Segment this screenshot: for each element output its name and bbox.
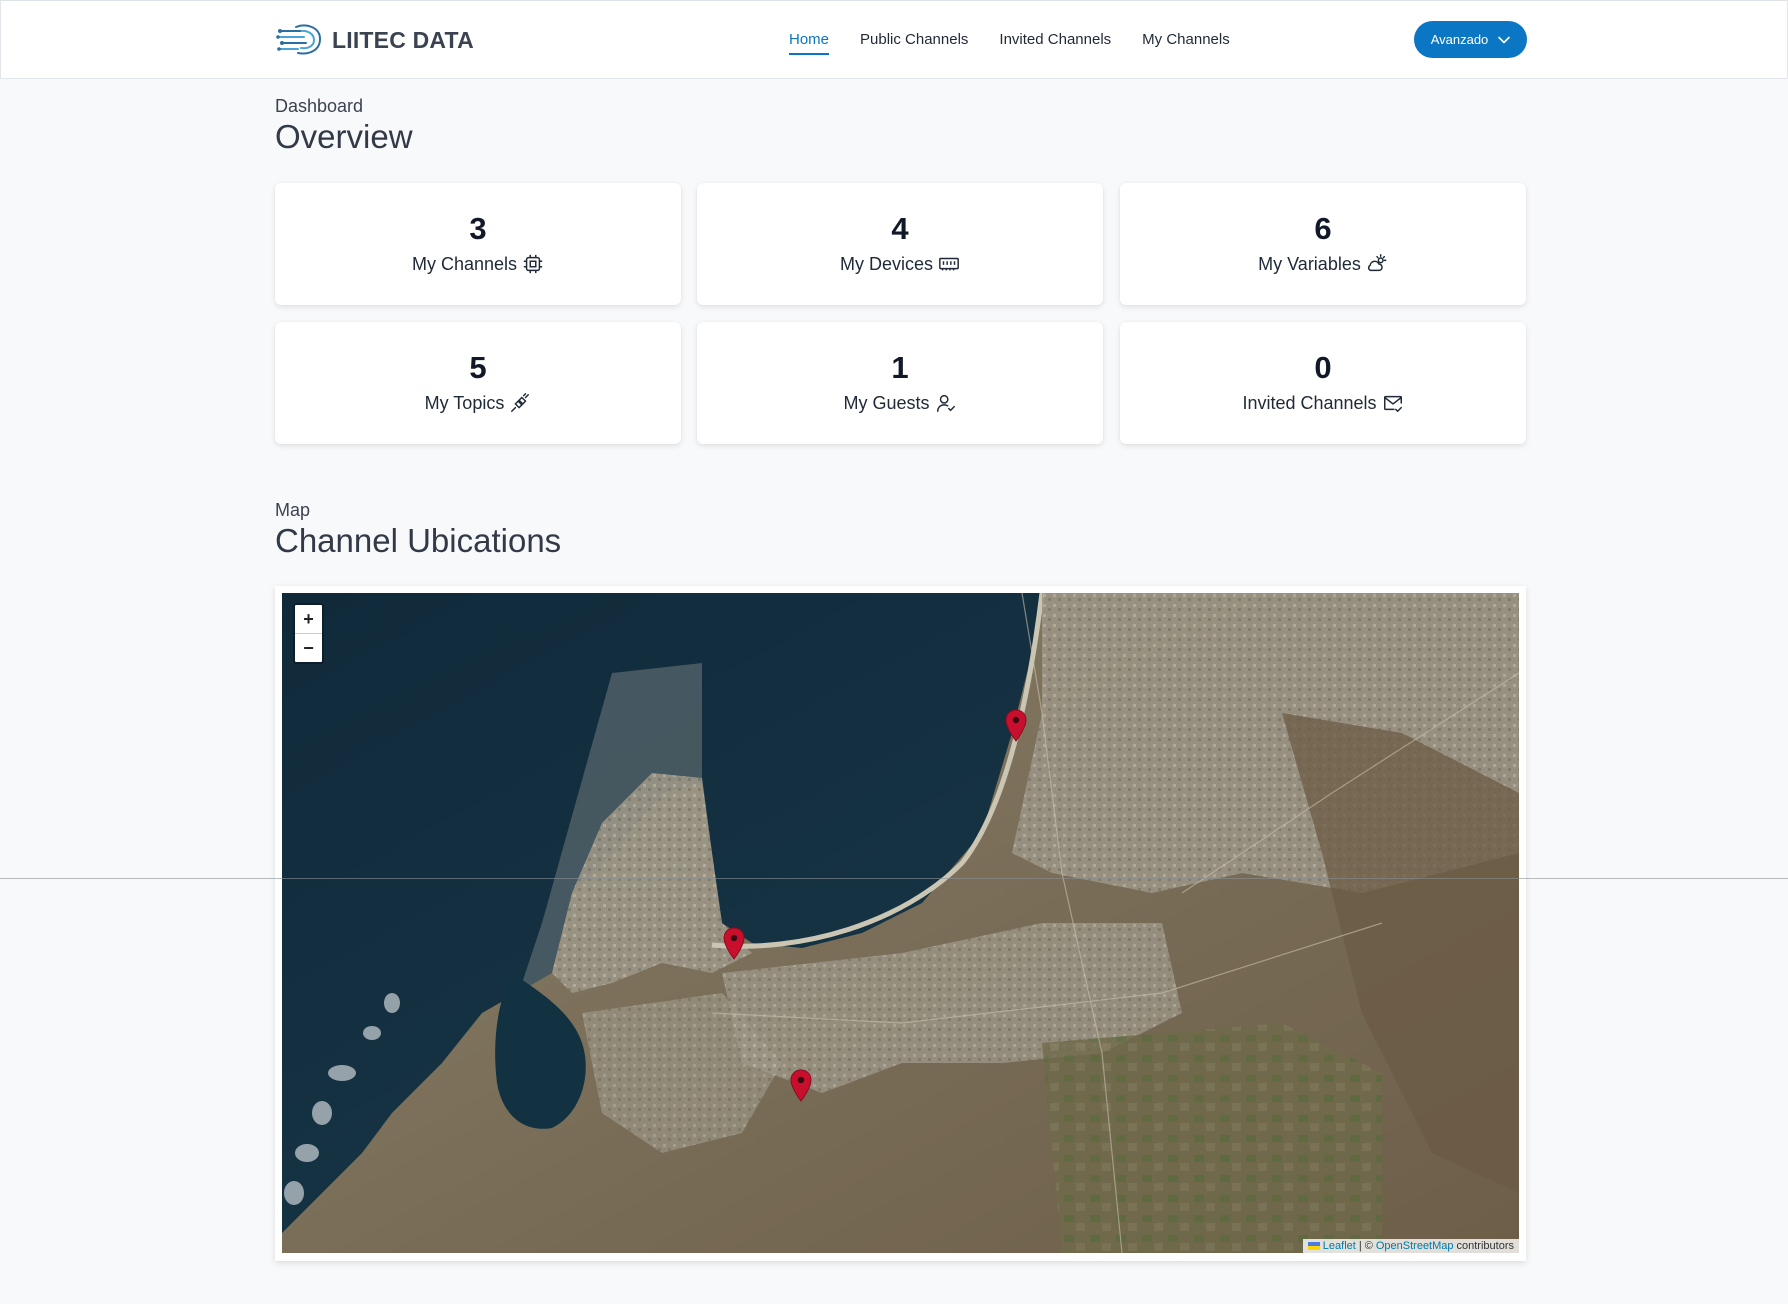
stat-value: 4 bbox=[891, 211, 909, 246]
stat-label-row: My Topics bbox=[275, 392, 681, 414]
nav-invited-channels[interactable]: Invited Channels bbox=[999, 29, 1111, 50]
user-check-icon bbox=[936, 394, 955, 412]
user-menu-label: Avanzado bbox=[1430, 32, 1489, 47]
top-navbar: LIITEC DATA Home Public Channels Invited… bbox=[0, 0, 1788, 79]
dashboard-kicker: Dashboard bbox=[275, 96, 364, 116]
chevron-down-icon bbox=[1498, 36, 1511, 44]
weather-cloud-sun-icon bbox=[1367, 254, 1387, 272]
zoom-out-button[interactable]: − bbox=[295, 633, 322, 662]
channel-location-marker[interactable] bbox=[789, 1069, 813, 1103]
stat-value: 3 bbox=[469, 211, 487, 246]
map-title: Channel Ubications bbox=[275, 522, 562, 559]
satellite-map[interactable]: + − Leaflet | © OpenStreetMap contributo… bbox=[282, 593, 1519, 1253]
memory-module-icon bbox=[939, 257, 959, 271]
stat-label: My Channels bbox=[411, 253, 518, 274]
stat-value: 0 bbox=[1314, 350, 1332, 385]
stat-card-my-guests[interactable]: 1 My Guests bbox=[697, 322, 1103, 444]
stat-card-my-devices[interactable]: 4 My Devices bbox=[697, 183, 1103, 305]
cpu-chip-icon bbox=[523, 254, 543, 274]
channel-location-marker[interactable] bbox=[1004, 709, 1028, 743]
stat-card-my-channels[interactable]: 3 My Channels bbox=[275, 183, 681, 305]
nav-public-channels[interactable]: Public Channels bbox=[860, 29, 968, 50]
stat-label: My Topics bbox=[424, 392, 505, 413]
stat-label-row: Invited Channels bbox=[1120, 392, 1526, 414]
page-title: Overview bbox=[275, 118, 413, 155]
plug-connection-icon bbox=[511, 393, 530, 412]
map-kicker: Map bbox=[275, 500, 311, 520]
main-nav: Home Public Channels Invited Channels My… bbox=[789, 1, 1261, 78]
zoom-in-button[interactable]: + bbox=[295, 605, 322, 633]
divider-line bbox=[0, 878, 1788, 879]
stat-label: My Guests bbox=[843, 392, 930, 413]
stat-value: 5 bbox=[469, 350, 487, 385]
stat-label-row: My Variables bbox=[1120, 253, 1526, 275]
brand[interactable]: LIITEC DATA bbox=[276, 21, 474, 59]
ukraine-flag-icon bbox=[1307, 1242, 1320, 1250]
stat-value: 6 bbox=[1314, 211, 1332, 246]
zoom-control: + − bbox=[293, 603, 324, 664]
mail-check-icon bbox=[1383, 395, 1402, 412]
attribution-separator: | © bbox=[1358, 1240, 1373, 1252]
satellite-imagery bbox=[282, 593, 1519, 1253]
stat-label-row: My Guests bbox=[697, 392, 1103, 414]
nav-my-channels[interactable]: My Channels bbox=[1142, 29, 1230, 50]
leaflet-link[interactable]: Leaflet bbox=[1323, 1240, 1356, 1252]
user-menu-button[interactable]: Avanzado bbox=[1414, 21, 1527, 58]
stat-card-my-topics[interactable]: 5 My Topics bbox=[275, 322, 681, 444]
brain-circuit-logo-icon bbox=[276, 24, 322, 55]
nav-home[interactable]: Home bbox=[789, 29, 830, 55]
stat-label-row: My Channels bbox=[275, 253, 681, 275]
map-attribution: Leaflet | © OpenStreetMap contributors bbox=[1302, 1239, 1519, 1253]
brand-name: LIITEC DATA bbox=[332, 26, 474, 53]
stat-label: My Variables bbox=[1258, 253, 1361, 274]
channel-location-marker[interactable] bbox=[722, 927, 746, 961]
stat-card-my-variables[interactable]: 6 My Variables bbox=[1120, 183, 1526, 305]
stat-label: My Devices bbox=[839, 253, 933, 274]
stat-label: Invited Channels bbox=[1242, 392, 1377, 413]
stat-card-invited-channels[interactable]: 0 Invited Channels bbox=[1120, 322, 1526, 444]
openstreetmap-link[interactable]: OpenStreetMap bbox=[1376, 1240, 1454, 1252]
map-card: + − Leaflet | © OpenStreetMap contributo… bbox=[275, 586, 1526, 1261]
stat-label-row: My Devices bbox=[697, 253, 1103, 275]
stat-value: 1 bbox=[891, 350, 909, 385]
attribution-suffix: contributors bbox=[1456, 1240, 1514, 1252]
